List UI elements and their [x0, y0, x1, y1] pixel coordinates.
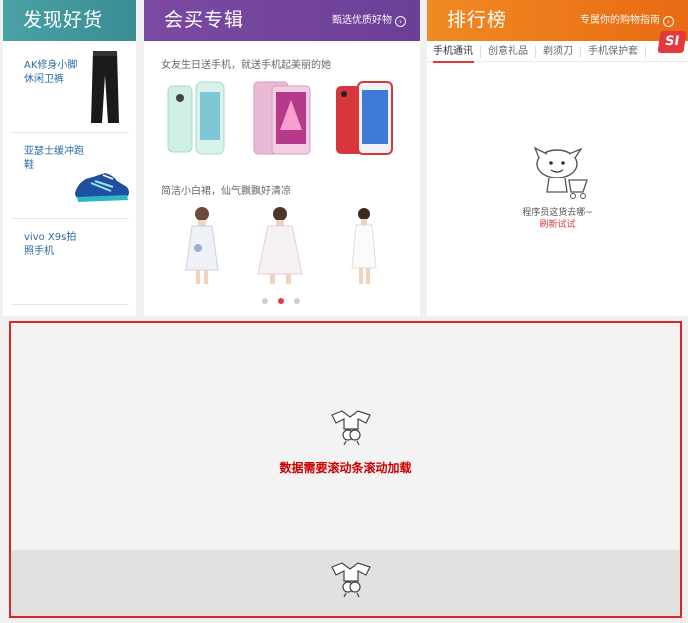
- album-more-label[interactable]: 甄选优质好物: [332, 15, 392, 27]
- carousel-dots: [262, 298, 300, 304]
- discover-item-phone[interactable]: vivo X9s拍照手机: [11, 219, 129, 305]
- album-panel: 会买专辑 甄选优质好物 › 女友生日送手机，就送手机起美丽的她 简洁小白裙，仙气: [144, 0, 420, 316]
- tab-shaver[interactable]: 剃须刀: [536, 44, 580, 61]
- phone-image-red[interactable]: [334, 80, 396, 156]
- chevron-right-icon[interactable]: ›: [663, 15, 674, 27]
- ranking-panel: 排行榜 专属你的购物指南 › 手机通讯 创意礼品 剃须刀 手机保护套 SI 程序…: [427, 0, 688, 316]
- tab-phone-comm[interactable]: 手机通讯: [427, 44, 480, 63]
- phone-image-pink[interactable]: [252, 80, 314, 156]
- ranking-empty-message: 程序员这货去哪~: [522, 208, 593, 218]
- phone-image-mint[interactable]: [166, 80, 228, 156]
- page: 发现好货 AK修身小脚休闲卫裤 亚瑟士缓冲跑鞋 vivo X9s拍照手机 会买专…: [0, 0, 688, 623]
- album-caption-dresses[interactable]: 简洁小白裙，仙气飘飘好清凉: [161, 186, 291, 198]
- tab-creative-gifts[interactable]: 创意礼品: [481, 44, 535, 61]
- ranking-title: 排行榜: [447, 9, 508, 31]
- lazy-load-section: 数据需要滚动条滚动加载: [9, 321, 682, 618]
- discover-item-name[interactable]: AK修身小脚休闲卫裤: [24, 59, 84, 87]
- carousel-dot-active[interactable]: [278, 298, 284, 304]
- shoes-image[interactable]: [73, 169, 131, 203]
- album-title: 会买专辑: [164, 9, 245, 31]
- brand-badge[interactable]: SI: [657, 31, 687, 53]
- loading-mascot-icon: [331, 410, 371, 446]
- joy-mascot-cart-icon: [533, 146, 588, 199]
- pants-image[interactable]: [89, 49, 121, 127]
- lazy-load-message: 数据需要滚动条滚动加载: [279, 461, 412, 475]
- ranking-tabs: 手机通讯 创意礼品 剃须刀 手机保护套: [427, 44, 688, 63]
- discover-panel: 发现好货 AK修身小脚休闲卫裤 亚瑟士缓冲跑鞋 vivo X9s拍照手机: [3, 0, 136, 316]
- album-caption-phones[interactable]: 女友生日送手机，就送手机起美丽的她: [161, 60, 331, 72]
- tab-divider: [645, 46, 646, 58]
- carousel-dot[interactable]: [294, 298, 300, 304]
- album-header: 会买专辑 甄选优质好物 ›: [144, 0, 420, 41]
- album-more-link[interactable]: 甄选优质好物 ›: [332, 15, 406, 27]
- discover-header: 发现好货: [3, 0, 136, 41]
- carousel-dot[interactable]: [262, 298, 268, 304]
- chevron-right-icon[interactable]: ›: [395, 15, 406, 27]
- loading-mascot-icon: [331, 562, 371, 598]
- ranking-header: 排行榜 专属你的购物指南 ›: [427, 0, 688, 41]
- dress-image-1[interactable]: [178, 204, 226, 286]
- refresh-link[interactable]: 刷新试试: [427, 219, 688, 231]
- ranking-more-label[interactable]: 专属你的购物指南: [580, 15, 660, 27]
- dress-image-2[interactable]: [256, 204, 304, 286]
- discover-item-shoes[interactable]: 亚瑟士缓冲跑鞋: [11, 133, 129, 219]
- dress-image-3[interactable]: [340, 204, 388, 286]
- ranking-more-link[interactable]: 专属你的购物指南 ›: [580, 15, 674, 27]
- tab-phone-case[interactable]: 手机保护套: [581, 44, 645, 61]
- discover-item-pants[interactable]: AK修身小脚休闲卫裤: [11, 41, 129, 133]
- discover-item-name[interactable]: vivo X9s拍照手机: [24, 231, 84, 259]
- discover-title: 发现好货: [23, 9, 104, 31]
